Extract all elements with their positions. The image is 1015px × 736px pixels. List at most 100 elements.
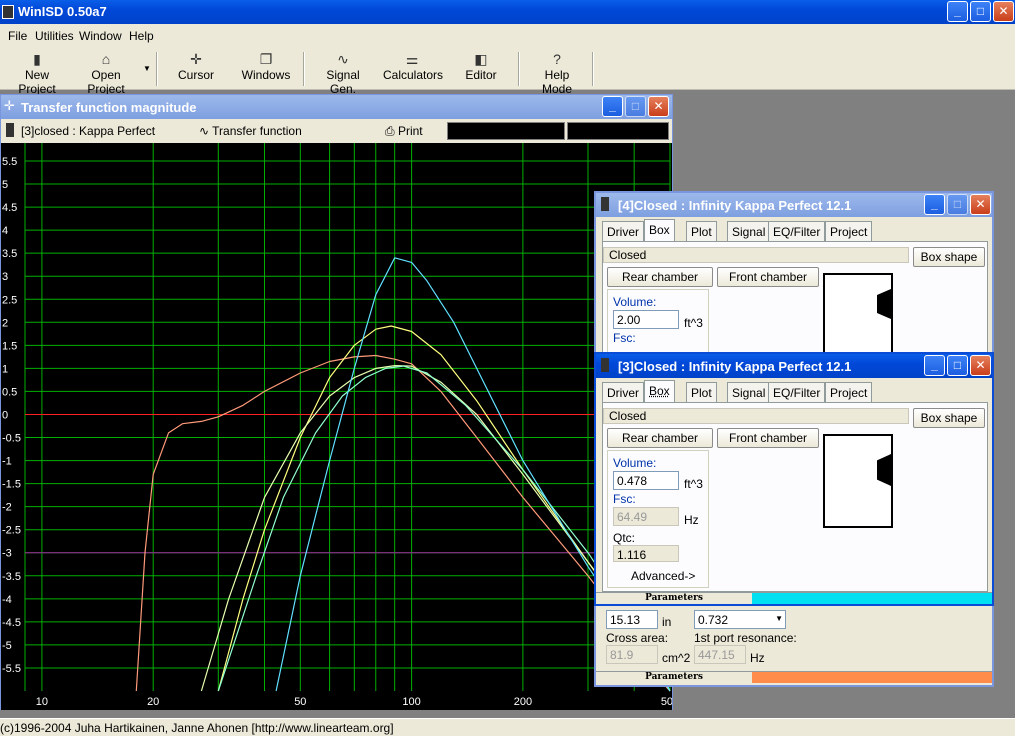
signal-gen-button[interactable]: ∿ Signal Gen. <box>313 50 373 96</box>
status-bar-fill <box>752 672 992 683</box>
open-project-button[interactable]: ⌂ Open Project <box>73 50 139 96</box>
x-tick-label: 20 <box>147 696 159 708</box>
volume-field[interactable]: 0.478 <box>613 471 679 490</box>
rear-chamber-button[interactable]: Rear chamber <box>607 267 713 287</box>
maximize-icon[interactable]: □ <box>970 1 991 22</box>
cursor-readout-2 <box>567 122 669 140</box>
maximize-icon[interactable]: □ <box>947 355 968 376</box>
help-mode-button[interactable]: ? Help Mode <box>528 50 586 96</box>
win3-title: [3]Closed : Infinity Kappa Perfect 12.1 <box>618 359 852 374</box>
menu-window[interactable]: Window <box>79 29 122 43</box>
tab-box[interactable]: Box <box>644 380 675 402</box>
box-shape-preview <box>823 434 893 528</box>
chevron-down-icon[interactable]: ▼ <box>775 614 783 623</box>
project-select[interactable]: [3]closed : Kappa Perfect 12.1▼ <box>21 122 189 156</box>
rear-chamber-button[interactable]: Rear chamber <box>607 428 713 448</box>
cross-area-field: 81.9 <box>606 645 658 664</box>
cursor-readout-1 <box>447 122 565 140</box>
tab-project[interactable]: Project <box>825 221 873 241</box>
minimize-icon[interactable]: _ <box>947 1 968 22</box>
y-tick-label: -0.5 <box>2 433 21 445</box>
y-tick-label: 5.5 <box>2 156 17 168</box>
box-shape-preview <box>823 273 893 354</box>
fsc-label: Fsc: <box>613 492 636 506</box>
volume-unit: ft^3 <box>684 477 703 491</box>
y-tick-label: 1 <box>2 363 8 375</box>
transfer-function-chart[interactable]: 5.5 5 4.5 4 3.5 3 2.5 2 1.5 1 0.5 0 -0.5 -1 -1.5 -2 -2.5… <box>1 143 672 710</box>
crosshair-icon: ✛ <box>190 51 202 67</box>
y-tick-label: 2 <box>2 317 8 329</box>
new-project-button[interactable]: ▮ New Project <box>6 50 68 96</box>
y-tick-label: -3.5 <box>2 571 21 583</box>
windows-button[interactable]: ❐ Windows <box>240 50 292 88</box>
y-tick-label: -4 <box>2 594 12 606</box>
app-title-bar: WinISD 0.50a7 _ □ ✕ <box>0 0 1015 24</box>
fsc-unit: Hz <box>684 513 699 527</box>
tab-project[interactable]: Project <box>825 382 873 402</box>
tab-signal[interactable]: Signal <box>727 221 771 241</box>
y-tick-label: 0 <box>2 409 8 421</box>
cursor-button[interactable]: ✛ Cursor <box>172 50 220 88</box>
y-tick-label: -4.5 <box>2 617 21 629</box>
front-chamber-button[interactable]: Front chamber <box>717 428 819 448</box>
copyright-text: (c)1996-2004 Juha Hartikainen, Janne Aho… <box>0 721 394 735</box>
close-icon[interactable]: ✕ <box>993 1 1014 22</box>
menu-utilities[interactable]: Utilities <box>35 29 74 43</box>
box-type-label: Closed <box>603 247 909 263</box>
project-icon <box>601 197 609 211</box>
graph-area[interactable]: 5.5 5 4.5 4 3.5 3 2.5 2 1.5 1 0.5 0 -0.5 -1 -1.5 -2 -2.5… <box>1 143 672 710</box>
project-icon <box>6 123 14 137</box>
fsc-label: Fsc: <box>613 331 636 345</box>
close-icon[interactable]: ✕ <box>970 355 991 376</box>
x-tick-label: 10 <box>36 696 48 708</box>
ext-select[interactable]: 0.732 ▼ <box>694 610 786 629</box>
tab-plot[interactable]: Plot <box>686 221 717 241</box>
volume-unit: ft^3 <box>684 316 703 330</box>
y-tick-label: -3 <box>2 548 12 560</box>
box-shape-button[interactable]: Box shape <box>913 408 985 428</box>
win4-status: Parameters <box>596 671 992 683</box>
y-tick-label: -2 <box>2 502 12 514</box>
new-project-icon: ▮ <box>33 51 41 67</box>
front-chamber-button[interactable]: Front chamber <box>717 267 819 287</box>
close-icon[interactable]: ✕ <box>970 194 991 215</box>
tf-toolbar: [3]closed : Kappa Perfect 12.1▼ ∿ Transf… <box>1 119 672 156</box>
crosshair-icon: ✛ <box>4 98 15 113</box>
y-tick-label: 2.5 <box>2 294 17 306</box>
x-tick-label: 100 <box>402 696 420 708</box>
open-project-dropdown-icon[interactable]: ▼ <box>143 64 151 73</box>
plot-type-select[interactable]: ∿ Transfer function magnitude▼ <box>199 122 375 156</box>
minimize-icon[interactable]: _ <box>602 96 623 117</box>
win4-title-bar: [4]Closed : Infinity Kappa Perfect 12.1 … <box>596 193 992 217</box>
app-title: WinISD 0.50a7 <box>18 4 107 19</box>
tab-box[interactable]: Box <box>644 219 675 241</box>
y-tick-label: 3.5 <box>2 248 17 260</box>
maximize-icon: □ <box>947 194 968 215</box>
calculators-button[interactable]: ⚌ Calculators <box>383 50 443 88</box>
minimize-icon[interactable]: _ <box>924 355 945 376</box>
tab-driver[interactable]: Driver <box>602 382 644 402</box>
tab-eq-filter[interactable]: EQ/Filter <box>768 382 826 402</box>
box-window-3: [3]Closed : Infinity Kappa Perfect 12.1 … <box>594 352 994 606</box>
parameters-label: Parameters <box>645 593 703 603</box>
status-bar: (c)1996-2004 Juha Hartikainen, Janne Aho… <box>0 718 1015 736</box>
tab-signal[interactable]: Signal <box>727 382 771 402</box>
sine-wave-icon: ∿ <box>337 51 349 67</box>
print-button[interactable]: ⎙ Print <box>385 122 435 140</box>
close-icon[interactable]: ✕ <box>648 96 669 117</box>
volume-field[interactable]: 2.00 <box>613 310 679 329</box>
editor-button[interactable]: ◧ Editor <box>460 50 502 88</box>
ext-length-field[interactable]: 15.13 <box>606 610 658 629</box>
box-shape-button[interactable]: Box shape <box>913 247 985 267</box>
port-resonance-unit: Hz <box>750 651 765 665</box>
menu-help[interactable]: Help <box>129 29 154 43</box>
tab-plot[interactable]: Plot <box>686 382 717 402</box>
menu-file[interactable]: File <box>8 29 27 43</box>
y-tick-label: 3 <box>2 271 8 283</box>
advanced-button[interactable]: Advanced-> <box>631 569 695 583</box>
tab-driver[interactable]: Driver <box>602 221 644 241</box>
minimize-icon[interactable]: _ <box>924 194 945 215</box>
y-tick-label: 4.5 <box>2 202 17 214</box>
tab-eq-filter[interactable]: EQ/Filter <box>768 221 826 241</box>
win4-title: [4]Closed : Infinity Kappa Perfect 12.1 <box>618 198 852 213</box>
